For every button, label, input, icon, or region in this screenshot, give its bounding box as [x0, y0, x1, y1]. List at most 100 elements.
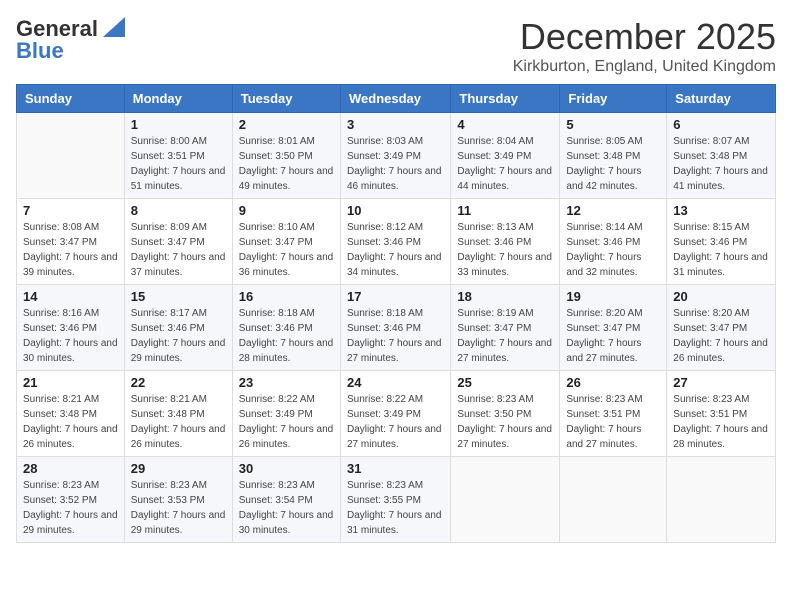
day-cell: 30Sunrise: 8:23 AMSunset: 3:54 PMDayligh… [232, 457, 340, 543]
day-number: 27 [673, 375, 769, 390]
daylight-label: Daylight: [457, 166, 499, 177]
daylight-label: Daylight: [131, 252, 173, 263]
daylight-label: Daylight: [673, 338, 715, 349]
day-number: 22 [131, 375, 226, 390]
day-number: 19 [566, 289, 660, 304]
day-number: 7 [23, 203, 118, 218]
daylight-label: Daylight: [23, 510, 65, 521]
day-info: Sunrise: 8:20 AMSunset: 3:47 PMDaylight:… [566, 306, 660, 366]
day-number: 15 [131, 289, 226, 304]
day-info: Sunrise: 8:23 AMSunset: 3:50 PMDaylight:… [457, 392, 553, 452]
day-number: 20 [673, 289, 769, 304]
logo: General Blue [16, 16, 125, 64]
day-info: Sunrise: 8:17 AMSunset: 3:46 PMDaylight:… [131, 306, 226, 366]
sunrise-text: Sunrise: 8:23 AM [347, 480, 423, 491]
week-row-5: 28Sunrise: 8:23 AMSunset: 3:52 PMDayligh… [17, 457, 776, 543]
daylight-label: Daylight: [457, 252, 499, 263]
sunset-text: Sunset: 3:46 PM [23, 323, 97, 334]
daylight-label: Daylight: [131, 510, 173, 521]
daylight-label: Daylight: [673, 252, 715, 263]
daylight-label: Daylight: [566, 424, 608, 435]
daylight-label: Daylight: [239, 510, 281, 521]
sunset-text: Sunset: 3:51 PM [131, 151, 205, 162]
day-info: Sunrise: 8:10 AMSunset: 3:47 PMDaylight:… [239, 220, 334, 280]
sunrise-text: Sunrise: 8:20 AM [673, 308, 749, 319]
day-number: 21 [23, 375, 118, 390]
col-header-sunday: Sunday [17, 85, 125, 113]
day-cell: 27 Sunrise: 8:23 AMSunset: 3:51 PMDayligh… [667, 371, 776, 457]
sunrise-text: Sunrise: 8:15 AM [673, 222, 749, 233]
daylight-label: Daylight: [239, 252, 281, 263]
day-cell: 10 Sunrise: 8:12 AMSunset: 3:46 PMDayligh… [340, 199, 450, 285]
day-cell: 3Sunrise: 8:03 AMSunset: 3:49 PMDaylight… [340, 113, 450, 199]
day-info: Sunrise: 8:23 AMSunset: 3:51 PMDaylight:… [673, 392, 769, 452]
sunrise-text: Sunrise: 8:23 AM [239, 480, 315, 491]
sunset-text: Sunset: 3:46 PM [566, 237, 640, 248]
day-cell: 8Sunrise: 8:09 AMSunset: 3:47 PMDaylight… [124, 199, 232, 285]
daylight-label: Daylight: [457, 338, 499, 349]
daylight-label: Daylight: [131, 338, 173, 349]
week-row-3: 14Sunrise: 8:16 AMSunset: 3:46 PMDayligh… [17, 285, 776, 371]
sunrise-text: Sunrise: 8:23 AM [566, 394, 642, 405]
day-cell: 24 Sunrise: 8:22 AMSunset: 3:49 PMDayligh… [340, 371, 450, 457]
daylight-label: Daylight: [131, 166, 173, 177]
sunrise-text: Sunrise: 8:17 AM [131, 308, 207, 319]
day-cell [17, 113, 125, 199]
day-number: 25 [457, 375, 553, 390]
day-info: Sunrise: 8:22 AMSunset: 3:49 PMDaylight:… [347, 392, 444, 452]
day-info: Sunrise: 8:12 AMSunset: 3:46 PMDaylight:… [347, 220, 444, 280]
day-cell: 15 Sunrise: 8:17 AMSunset: 3:46 PMDayligh… [124, 285, 232, 371]
day-info: Sunrise: 8:16 AMSunset: 3:46 PMDaylight:… [23, 306, 118, 366]
day-cell [451, 457, 560, 543]
sunrise-text: Sunrise: 8:18 AM [239, 308, 315, 319]
day-cell: 13Sunrise: 8:15 AMSunset: 3:46 PMDayligh… [667, 199, 776, 285]
sunset-text: Sunset: 3:49 PM [239, 409, 313, 420]
sunset-text: Sunset: 3:47 PM [673, 323, 747, 334]
day-cell: 23Sunrise: 8:22 AMSunset: 3:49 PMDayligh… [232, 371, 340, 457]
sunrise-text: Sunrise: 8:20 AM [566, 308, 642, 319]
daylight-label: Daylight: [131, 424, 173, 435]
daylight-label: Daylight: [673, 424, 715, 435]
day-number: 29 [131, 461, 226, 476]
sunrise-text: Sunrise: 8:23 AM [131, 480, 207, 491]
day-number: 18 [457, 289, 553, 304]
day-info: Sunrise: 8:21 AMSunset: 3:48 PMDaylight:… [23, 392, 118, 452]
day-info: Sunrise: 8:22 AMSunset: 3:49 PMDaylight:… [239, 392, 334, 452]
day-number: 24 [347, 375, 444, 390]
day-cell: 7Sunrise: 8:08 AMSunset: 3:47 PMDaylight… [17, 199, 125, 285]
sunrise-text: Sunrise: 8:21 AM [23, 394, 99, 405]
day-number: 26 [566, 375, 660, 390]
day-info: Sunrise: 8:23 AMSunset: 3:52 PMDaylight:… [23, 478, 118, 538]
day-cell: 20 Sunrise: 8:20 AM Sunset: 3:47 PM Dayligh… [667, 285, 776, 371]
day-cell: 28Sunrise: 8:23 AMSunset: 3:52 PMDayligh… [17, 457, 125, 543]
sunset-text: Sunset: 3:50 PM [239, 151, 313, 162]
week-row-4: 21 Sunrise: 8:21 AMSunset: 3:48 PMDayligh… [17, 371, 776, 457]
day-info: Sunrise: 8:23 AMSunset: 3:51 PMDaylight:… [566, 392, 660, 452]
day-info: Sunrise: 8:01 AMSunset: 3:50 PMDaylight:… [239, 134, 334, 194]
sunrise-text: Sunrise: 8:14 AM [566, 222, 642, 233]
day-info: Sunrise: 8:18 AMSunset: 3:46 PMDaylight:… [347, 306, 444, 366]
sunset-text: Sunset: 3:46 PM [673, 237, 747, 248]
day-number: 10 [347, 203, 444, 218]
sunrise-text: Sunrise: 8:00 AM [131, 136, 207, 147]
day-number: 16 [239, 289, 334, 304]
day-number: 2 [239, 117, 334, 132]
sunset-text: Sunset: 3:47 PM [566, 323, 640, 334]
day-number: 4 [457, 117, 553, 132]
daylight-label: Daylight: [239, 166, 281, 177]
daylight-label: Daylight: [347, 252, 389, 263]
day-info: Sunrise: 8:21 AMSunset: 3:48 PMDaylight:… [131, 392, 226, 452]
sunrise-text: Sunrise: 8:22 AM [347, 394, 423, 405]
day-cell: 18Sunrise: 8:19 AMSunset: 3:47 PMDayligh… [451, 285, 560, 371]
sunrise-text: Sunrise: 8:08 AM [23, 222, 99, 233]
day-info: Sunrise: 8:05 AMSunset: 3:48 PMDaylight:… [566, 134, 660, 194]
day-info: Sunrise: 8:18 AMSunset: 3:46 PMDaylight:… [239, 306, 334, 366]
calendar-title: December 2025 [513, 16, 776, 58]
day-cell: 11Sunrise: 8:13 AMSunset: 3:46 PMDayligh… [451, 199, 560, 285]
day-info: Sunrise: 8:13 AMSunset: 3:46 PMDaylight:… [457, 220, 553, 280]
day-number: 3 [347, 117, 444, 132]
day-cell [667, 457, 776, 543]
day-number: 31 [347, 461, 444, 476]
day-number: 5 [566, 117, 660, 132]
daylight-label: Daylight: [239, 424, 281, 435]
